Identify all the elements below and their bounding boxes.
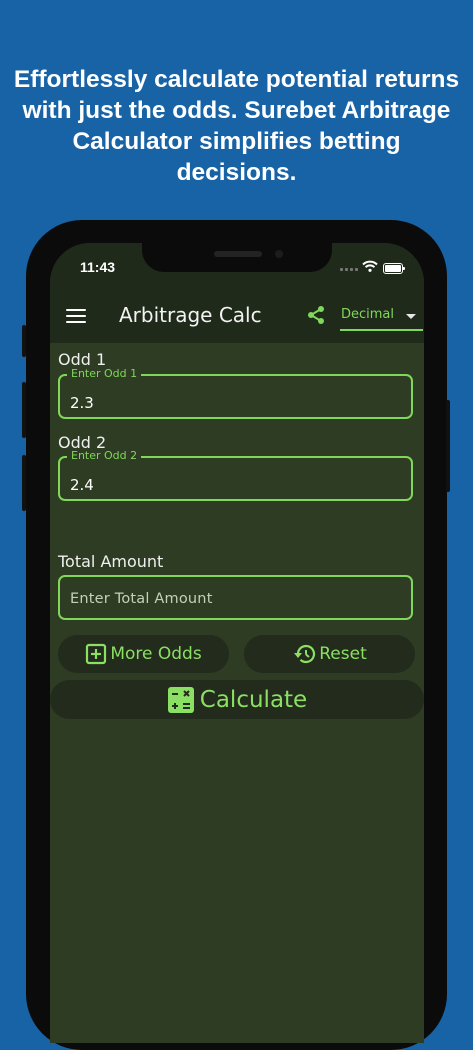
phone-side-button <box>446 400 450 492</box>
odd-1-input[interactable]: Enter Odd 1 2.3 <box>58 367 413 419</box>
odds-format-value: Decimal <box>341 307 395 322</box>
phone-side-button <box>22 382 26 438</box>
reset-label: Reset <box>319 644 367 664</box>
phone-side-button <box>22 325 26 357</box>
app-screen: 11:43 Arbitrage Calc Decimal Odd 1 Enter… <box>50 243 424 1043</box>
calculate-label: Calculate <box>199 686 308 713</box>
app-bar: Arbitrage Calc Decimal <box>50 285 424 343</box>
total-amount-input[interactable]: Enter Total Amount <box>58 575 413 620</box>
calculate-button[interactable]: Calculate <box>50 680 424 719</box>
battery-icon <box>383 263 405 274</box>
reset-button[interactable]: Reset <box>244 635 415 673</box>
odds-format-select[interactable]: Decimal <box>340 302 423 331</box>
phone-notch <box>142 243 332 272</box>
odd-1-value: 2.3 <box>70 394 94 412</box>
odd-2-input[interactable]: Enter Odd 2 2.4 <box>58 449 413 501</box>
promo-headline: Effortlessly calculate potential returns… <box>13 66 460 186</box>
odd-2-value: 2.4 <box>70 476 94 494</box>
more-odds-label: More Odds <box>110 644 202 664</box>
total-amount-title: Total Amount <box>58 552 164 571</box>
more-odds-button[interactable]: More Odds <box>58 635 229 673</box>
total-amount-placeholder: Enter Total Amount <box>70 591 213 607</box>
add-box-icon <box>86 643 107 665</box>
hamburger-menu-icon[interactable] <box>66 309 86 323</box>
status-time: 11:43 <box>80 259 116 275</box>
wifi-icon <box>362 260 378 272</box>
app-title: Arbitrage Calc <box>119 303 262 327</box>
history-icon <box>294 644 316 664</box>
cellular-signal-icon <box>340 268 358 271</box>
chevron-down-icon <box>406 314 416 319</box>
speaker-grille <box>214 251 262 257</box>
odd-2-label: Enter Odd 2 <box>67 449 142 462</box>
calculate-icon <box>167 686 194 713</box>
share-icon[interactable] <box>306 305 326 325</box>
odd-1-label: Enter Odd 1 <box>67 367 142 380</box>
camera-icon <box>275 250 283 258</box>
phone-side-button <box>22 455 26 511</box>
